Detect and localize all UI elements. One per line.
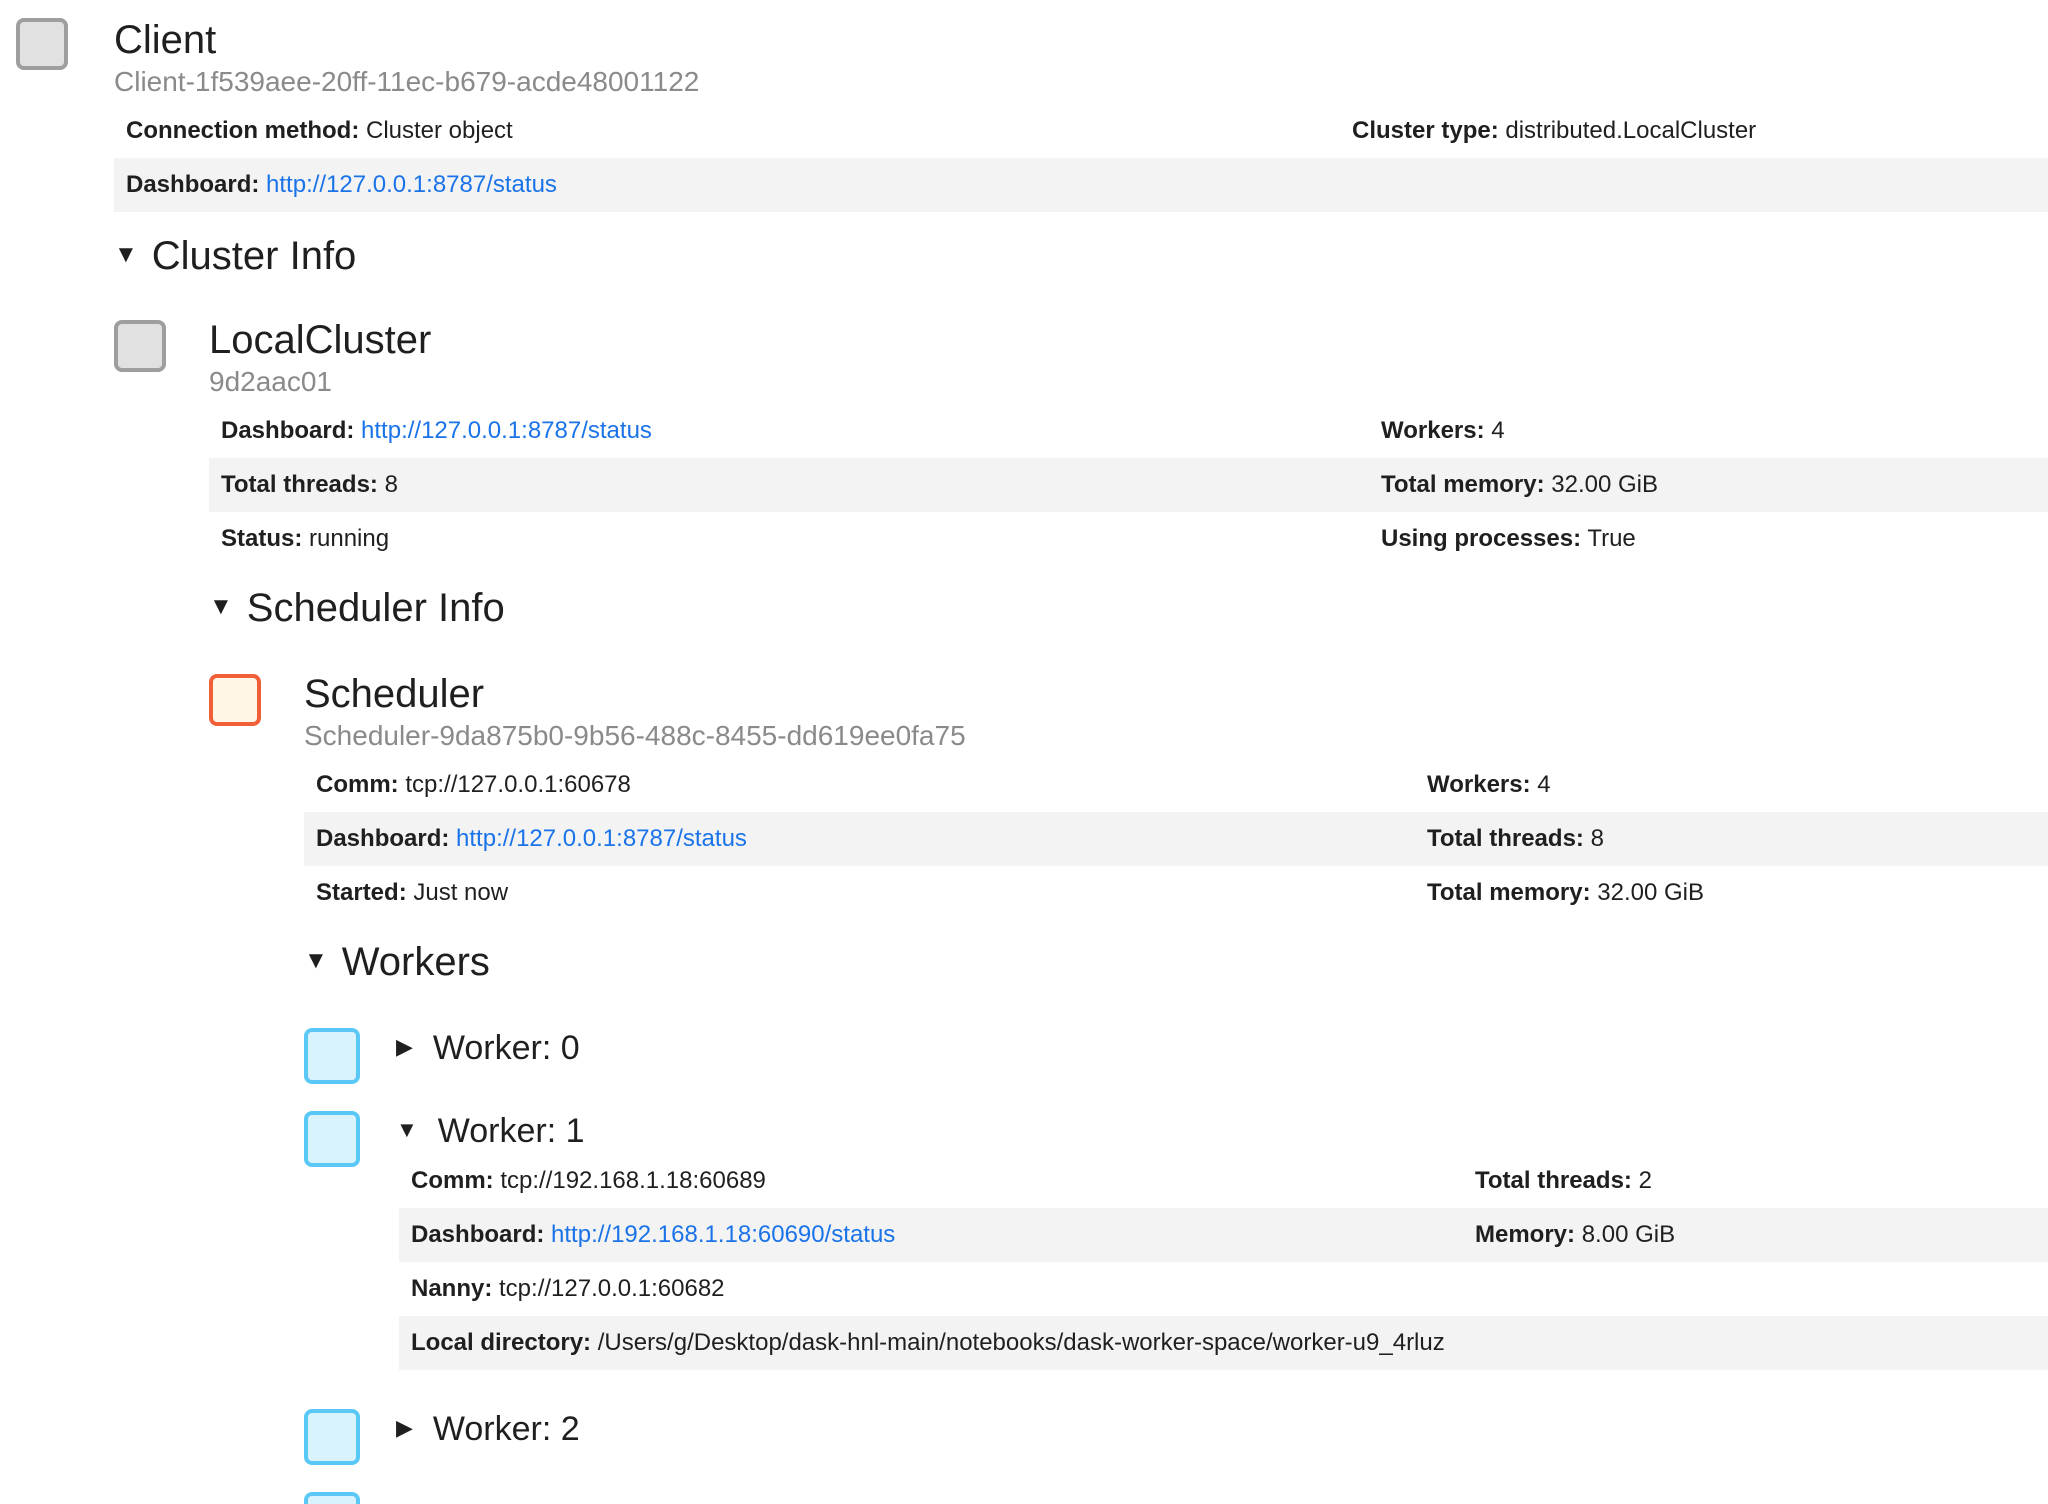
worker-0-toggle[interactable]: ▶ Worker: 0: [396, 1031, 580, 1065]
client-dashboard-label: Dashboard:: [126, 171, 260, 198]
worker-1-dashboard-label: Dashboard:: [411, 1221, 545, 1248]
worker-1-local-dir-label: Local directory:: [411, 1329, 592, 1356]
worker-2-icon: [304, 1409, 360, 1465]
cluster-threads-value: 8: [384, 471, 398, 498]
worker-1-row-2: Dashboard: http://192.168.1.18:60690/sta…: [399, 1208, 2048, 1262]
worker-3-icon: [304, 1492, 360, 1504]
client-row-dashboard: Dashboard: http://127.0.0.1:8787/status: [114, 158, 2048, 212]
worker-2-title: Worker: 2: [432, 1410, 580, 1448]
cluster-status-label: Status:: [221, 525, 303, 552]
scheduler-row-2: Dashboard: http://127.0.0.1:8787/status …: [304, 812, 2048, 866]
scheduler-memory-label: Total memory:: [1427, 879, 1591, 906]
worker-0-icon: [304, 1028, 360, 1084]
scheduler-started-label: Started:: [316, 879, 407, 906]
cluster-workers-label: Workers:: [1381, 417, 1485, 444]
connection-method-value: Cluster object: [365, 117, 513, 144]
scheduler-id: Scheduler-9da875b0-9b56-488c-8455-dd619e…: [304, 720, 966, 751]
cluster-row-3: Status: running Using processes: True: [209, 512, 2048, 566]
cluster-memory-value: 32.00 GiB: [1551, 471, 1658, 498]
worker-1-threads-value: 2: [1638, 1167, 1652, 1194]
cluster-info-heading: Cluster Info: [151, 234, 357, 278]
client-id: Client-1f539aee-20ff-11ec-b679-acde48001…: [114, 66, 700, 97]
cluster-processes-label: Using processes:: [1381, 525, 1582, 552]
workers-toggle[interactable]: ▼ Workers: [304, 942, 490, 982]
cluster-threads-label: Total threads:: [221, 471, 378, 498]
cluster-dashboard-link[interactable]: http://127.0.0.1:8787/status: [361, 417, 652, 444]
worker-1-local-dir-value: /Users/g/Desktop/dask-hnl-main/notebooks…: [597, 1329, 1445, 1356]
worker-0-title: Worker: 0: [432, 1029, 580, 1067]
worker-1-nanny-label: Nanny:: [411, 1275, 493, 1302]
scheduler-workers-value: 4: [1537, 771, 1551, 798]
worker-1-nanny-value: tcp://127.0.0.1:60682: [499, 1275, 725, 1302]
scheduler-workers-label: Workers:: [1427, 771, 1531, 798]
caret-down-icon: ▼: [209, 593, 233, 621]
connection-method-label: Connection method:: [126, 117, 360, 144]
worker-1-row-4: Local directory: /Users/g/Desktop/dask-h…: [399, 1316, 2048, 1370]
scheduler-info-toggle[interactable]: ▼ Scheduler Info: [209, 588, 505, 628]
worker-1-dashboard-link[interactable]: http://192.168.1.18:60690/status: [551, 1221, 895, 1248]
worker-1-memory-label: Memory:: [1475, 1221, 1576, 1248]
cluster-memory-label: Total memory:: [1381, 471, 1545, 498]
cluster-id: 9d2aac01: [209, 366, 333, 397]
scheduler-icon: [209, 674, 261, 726]
worker-2-toggle[interactable]: ▶ Worker: 2: [396, 1412, 580, 1446]
caret-right-icon: ▶: [396, 1415, 413, 1441]
worker-1-row-1: Comm: tcp://192.168.1.18:60689 Total thr…: [399, 1154, 2048, 1208]
cluster-info-toggle[interactable]: ▼ Cluster Info: [114, 236, 356, 276]
worker-1-title: Worker: 1: [437, 1112, 585, 1150]
caret-down-icon: ▼: [114, 241, 138, 269]
scheduler-dashboard-link[interactable]: http://127.0.0.1:8787/status: [456, 825, 747, 852]
scheduler-memory-value: 32.00 GiB: [1597, 879, 1704, 906]
caret-down-icon: ▼: [396, 1117, 418, 1143]
scheduler-started-value: Just now: [413, 879, 509, 906]
scheduler-info-heading: Scheduler Info: [246, 586, 505, 630]
cluster-processes-value: True: [1587, 525, 1636, 552]
scheduler-threads-label: Total threads:: [1427, 825, 1584, 852]
scheduler-row-3: Started: Just now Total memory: 32.00 Gi…: [304, 866, 2048, 920]
worker-1-comm-label: Comm:: [411, 1167, 494, 1194]
scheduler-title: Scheduler: [304, 672, 485, 716]
client-row-connection: Connection method: Cluster object Cluste…: [114, 104, 2048, 158]
scheduler-comm-label: Comm:: [316, 771, 399, 798]
client-title: Client: [114, 18, 217, 62]
cluster-row-2: Total threads: 8 Total memory: 32.00 GiB: [209, 458, 2048, 512]
client-dashboard-link[interactable]: http://127.0.0.1:8787/status: [266, 171, 557, 198]
caret-right-icon: ▶: [396, 1034, 413, 1060]
scheduler-threads-value: 8: [1590, 825, 1604, 852]
worker-1-threads-label: Total threads:: [1475, 1167, 1632, 1194]
cluster-type-value: distributed.LocalCluster: [1505, 117, 1757, 144]
cluster-title: LocalCluster: [209, 318, 432, 362]
worker-1-toggle[interactable]: ▼ Worker: 1: [396, 1114, 585, 1148]
cluster-workers-value: 4: [1491, 417, 1505, 444]
cluster-row-1: Dashboard: http://127.0.0.1:8787/status …: [209, 404, 2048, 458]
worker-1-row-3: Nanny: tcp://127.0.0.1:60682: [399, 1262, 2048, 1316]
cluster-dashboard-label: Dashboard:: [221, 417, 355, 444]
scheduler-dashboard-label: Dashboard:: [316, 825, 450, 852]
scheduler-row-1: Comm: tcp://127.0.0.1:60678 Workers: 4: [304, 758, 2048, 812]
client-icon: [16, 18, 68, 70]
worker-1-memory-value: 8.00 GiB: [1581, 1221, 1676, 1248]
scheduler-comm-value: tcp://127.0.0.1:60678: [405, 771, 631, 798]
workers-heading: Workers: [341, 940, 490, 984]
cluster-icon: [114, 320, 166, 372]
cluster-type-label: Cluster type:: [1352, 117, 1499, 144]
worker-1-icon: [304, 1111, 360, 1167]
worker-1-comm-value: tcp://192.168.1.18:60689: [500, 1167, 766, 1194]
cluster-status-value: running: [309, 525, 390, 552]
caret-down-icon: ▼: [304, 947, 328, 975]
